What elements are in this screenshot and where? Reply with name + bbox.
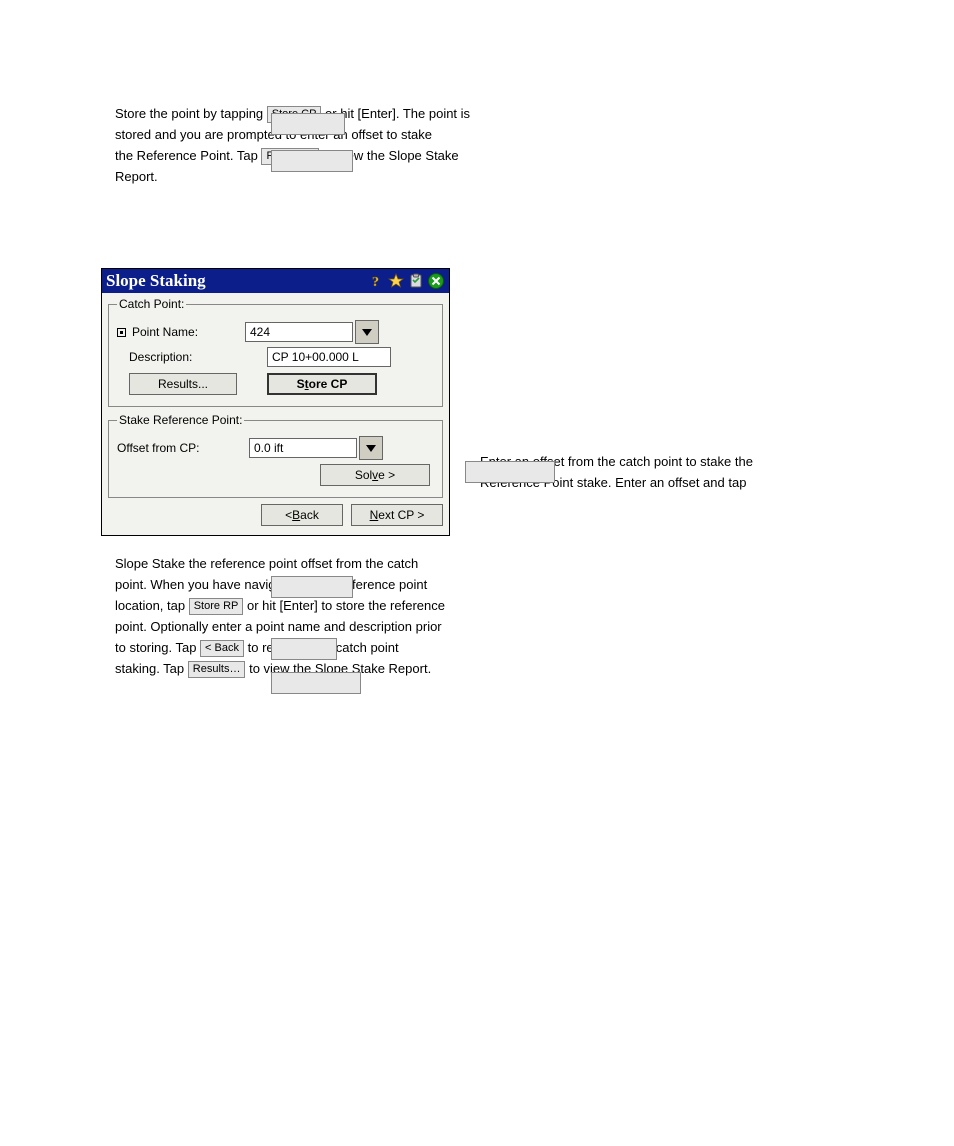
floating-btn-e <box>271 672 361 694</box>
description-label: Description: <box>129 350 192 364</box>
chevron-down-icon <box>362 329 372 336</box>
floating-btn-d <box>271 638 337 660</box>
results-button[interactable]: Results... <box>129 373 237 395</box>
point-name-label: Point Name: <box>132 325 198 339</box>
floating-btn-c <box>271 576 353 598</box>
offset-input[interactable] <box>249 438 357 458</box>
svg-text:?: ? <box>372 275 379 290</box>
star-icon[interactable] <box>387 272 405 290</box>
doc-text: or hit [Enter]. The point is <box>325 106 470 121</box>
title-bar: Slope Staking ? <box>102 269 449 293</box>
doc-text: the Reference Point. Tap <box>115 148 261 163</box>
point-name-bullet-icon <box>117 328 126 337</box>
doc-text: location, tap <box>115 598 189 613</box>
offset-label: Offset from CP: <box>117 441 199 455</box>
back-button[interactable]: < Back <box>261 504 343 526</box>
chevron-down-icon <box>366 445 376 452</box>
description-input[interactable] <box>267 347 391 367</box>
doc-text: Store the point by tapping <box>115 106 267 121</box>
doc-text: or hit [Enter] to store the reference <box>247 598 445 613</box>
catch-point-legend: Catch Point: <box>117 297 186 311</box>
doc-text: point. Optionally enter a point name and… <box>115 618 585 636</box>
doc-text: stored and you are prompted to enter an … <box>115 126 585 144</box>
slope-staking-window: Slope Staking ? Catch Point: P <box>101 268 450 536</box>
close-icon[interactable] <box>427 272 445 290</box>
catch-point-group: Catch Point: Point Name: Description: <box>108 297 443 407</box>
doc-inline-back: < Back <box>200 640 244 657</box>
store-cp-button[interactable]: Store CP <box>267 373 377 395</box>
window-title: Slope Staking <box>106 270 206 292</box>
point-name-input[interactable] <box>245 322 353 342</box>
doc-inline-store-rp: Store RP <box>189 598 244 615</box>
clipboard-icon[interactable] <box>407 272 425 290</box>
point-name-dropdown[interactable] <box>355 320 379 344</box>
doc-text: to storing. Tap <box>115 640 200 655</box>
solve-button[interactable]: Solve > <box>320 464 430 486</box>
doc-text: Slope Stake the reference point offset f… <box>115 555 585 573</box>
help-icon[interactable]: ? <box>367 272 385 290</box>
offset-dropdown[interactable] <box>359 436 383 460</box>
reference-point-group: Stake Reference Point: Offset from CP: S… <box>108 413 443 498</box>
next-cp-button[interactable]: Next CP > <box>351 504 443 526</box>
floating-btn-b <box>271 150 353 172</box>
doc-text: staking. Tap <box>115 661 188 676</box>
reference-point-legend: Stake Reference Point: <box>117 413 244 427</box>
floating-btn-a <box>271 113 345 135</box>
doc-inline-results2: Results… <box>188 661 246 678</box>
floating-btn-solve <box>465 461 555 483</box>
